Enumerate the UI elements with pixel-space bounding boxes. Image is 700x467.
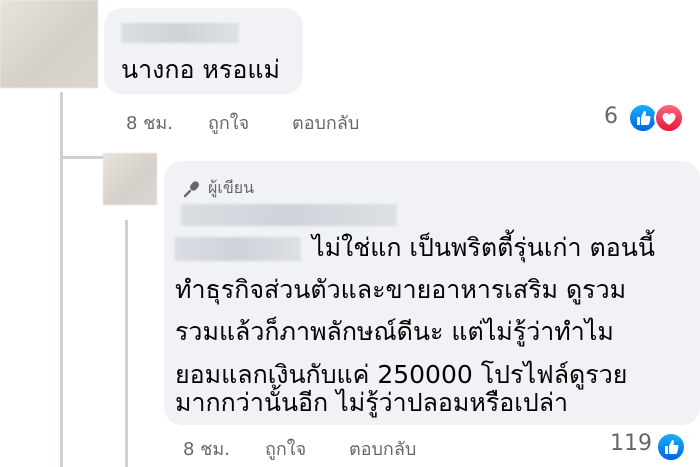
comment-text: นางกอ หรอแม่	[121, 55, 280, 84]
reply-bubble: ผู้เขียน ไม่ใช่แก เป็นพริตตี้รุ่นเก่า ตอ…	[164, 161, 700, 425]
reply-meta: 8 ชม. ถูกใจ ตอบกลับ	[183, 434, 483, 462]
commenter-avatar[interactable]	[0, 0, 98, 88]
comment-timestamp[interactable]: 8 ชม.	[126, 108, 173, 137]
reply-line-5: มากกว่านั้นอีก ไม่รู้ว่าปลอมหรือเปล่า	[175, 388, 569, 417]
reply-timestamp[interactable]: 8 ชม.	[183, 434, 230, 463]
reply-line-3: รวมแล้วก็ภาพลักษณ์ดีนะ แต่ไม่รู้ว่าทำไม	[175, 317, 614, 346]
reply-reaction-count[interactable]: 119	[610, 431, 652, 456]
thread-line-reply	[125, 220, 128, 467]
reply-author-avatar[interactable]	[103, 153, 157, 205]
reply-like-button[interactable]: ถูกใจ	[265, 434, 306, 463]
comment-like-button[interactable]: ถูกใจ	[208, 108, 249, 137]
reply-author-name-redacted[interactable]	[181, 204, 397, 226]
reply-reply-button[interactable]: ตอบกลับ	[349, 434, 416, 463]
thread-line-branch	[60, 156, 108, 159]
comment-meta: 8 ชม. ถูกใจ ตอบกลับ	[126, 108, 426, 136]
microphone-icon	[183, 180, 199, 197]
reply-line-2: ทำธุรกิจส่วนตัวและขายอาหารเสริม ดูรวม	[175, 275, 627, 304]
author-badge-label: ผู้เขียน	[208, 178, 255, 197]
comment-reply-button[interactable]: ตอบกลับ	[292, 108, 359, 137]
author-badge: ผู้เขียน	[182, 176, 254, 201]
commenter-name-redacted[interactable]	[121, 23, 239, 43]
comment-reaction-count[interactable]: 6	[604, 104, 618, 129]
mentioned-name-redacted[interactable]	[175, 237, 301, 261]
like-icon	[656, 432, 686, 462]
love-icon	[654, 103, 684, 133]
comment-bubble: นางกอ หรอแม่	[104, 8, 303, 94]
reply-line-1: ไม่ใช่แก เป็นพริตตี้รุ่นเก่า ตอนนี้	[312, 233, 655, 262]
thread-line-vertical	[60, 92, 63, 467]
